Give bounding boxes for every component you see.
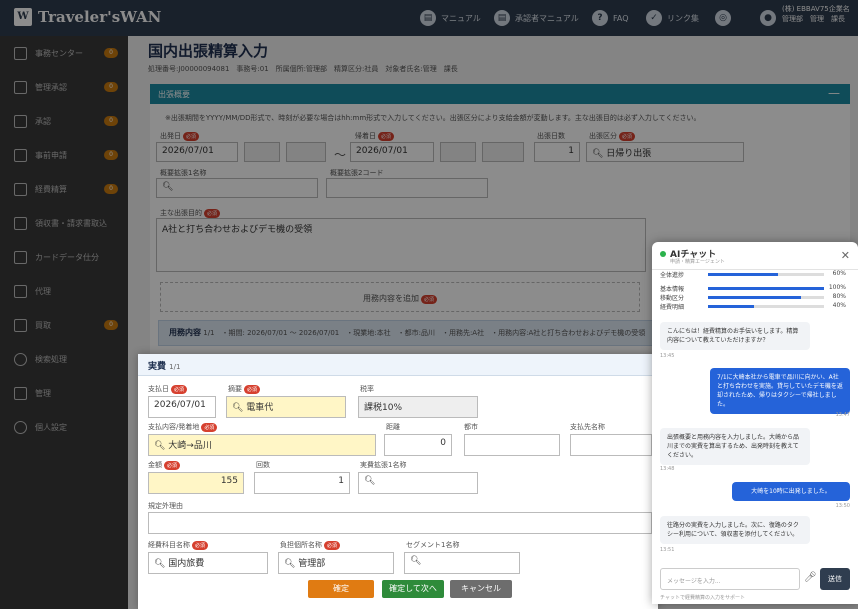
summary-input[interactable]: 🔍︎ 電車代: [226, 396, 346, 418]
account-text: 経費科目名称: [148, 541, 190, 549]
route-input[interactable]: 🔍︎ 大崎→品川: [148, 434, 376, 456]
times-input[interactable]: 1: [254, 472, 350, 494]
message-time: 13:47: [835, 412, 850, 418]
amount-label: 金額 必須: [148, 460, 181, 470]
progress-fill: [708, 273, 778, 276]
chat-message-bot: こんにちは！経費精算のお手伝いをします。精算内容について教えていただけますか？: [660, 322, 810, 350]
progress-fill: [708, 296, 801, 299]
progress-value: 80%: [832, 293, 846, 300]
dept-input[interactable]: 🔍︎ 管理部: [278, 552, 394, 574]
account-label: 経費科目名称 必須: [148, 540, 209, 550]
dialog-title: 実費 1/1: [138, 354, 658, 376]
account-value: 国内旅費: [168, 559, 205, 569]
progress-label: 全体進捗: [660, 272, 685, 279]
chat-subtitle: 申請・精算エージェント: [670, 259, 725, 265]
pay-date-text: 支払日: [148, 385, 169, 393]
chat-message-user: 大崎を10時に出発しました。: [732, 482, 850, 501]
pay-date-input[interactable]: 2026/07/01: [148, 396, 216, 418]
progress-label: 移動区分: [660, 295, 685, 302]
account-input[interactable]: 🔍︎ 国内旅費: [148, 552, 268, 574]
progress-track: [708, 305, 824, 308]
chat-input[interactable]: メッセージを入力...: [660, 568, 800, 590]
required-badge: 必須: [164, 461, 181, 470]
summary-value: 電車代: [246, 403, 274, 413]
progress-overall: 全体進捗 60%: [660, 270, 852, 279]
reason-input[interactable]: [148, 512, 652, 534]
pay-date-label: 支払日 必須: [148, 384, 188, 394]
amount-text: 金額: [148, 461, 162, 469]
segment-input[interactable]: 🔍︎: [404, 552, 520, 574]
route-label: 支払内容/発着地 必須: [148, 422, 218, 432]
dialog-title-text: 実費: [148, 362, 167, 372]
search-icon: 🔍︎: [410, 556, 422, 566]
search-icon: 🔍︎: [284, 559, 299, 569]
dept-text: 負担個所名称: [280, 541, 322, 549]
distance-label: 距離: [386, 423, 400, 431]
dialog-count: 1/1: [169, 363, 181, 371]
chat-header: AIチャット 申請・精算エージェント ✕: [652, 242, 858, 270]
chat-footer: チャットで経費精算の入力をサポート: [660, 595, 745, 601]
search-icon: 🔍︎: [364, 476, 376, 486]
send-button[interactable]: 送信: [820, 568, 850, 590]
route-value: 大崎→品川: [168, 441, 212, 451]
search-icon: 🔍︎: [154, 559, 169, 569]
chat-message-user: 7/1に大崎本社から電車で品川に向かい、A社と打ち合わせを実施。貸与していたデモ…: [710, 368, 850, 414]
message-time: 13:51: [660, 547, 675, 553]
progress-fill: [708, 287, 824, 290]
online-dot: [660, 251, 666, 257]
ai-chat-panel: AIチャット 申請・精算エージェント ✕ 全体進捗 60% 基本情報 100% 移動区分…: [652, 242, 858, 604]
confirm-next-button[interactable]: 確定して次へ: [382, 580, 444, 598]
required-badge: 必須: [192, 541, 209, 550]
payee-label: 支払先名称: [570, 423, 605, 431]
tax-label: 税率: [360, 385, 374, 393]
progress-track: [708, 296, 824, 299]
segment-label: セグメント1名称: [406, 541, 460, 549]
progress-expense: 経費明細 40%: [660, 302, 852, 311]
city-select[interactable]: [464, 434, 560, 456]
progress-value: 100%: [828, 284, 846, 291]
expense-dialog: 実費 1/1 支払日 必須 2026/07/01 摘要 必須 🔍︎ 電車代 税率 課…: [138, 354, 658, 609]
ext-label: 実費拡張1名称: [360, 461, 407, 469]
dept-value: 管理部: [298, 559, 326, 569]
progress-label: 経費明細: [660, 304, 685, 311]
dept-label: 負担個所名称 必須: [280, 540, 341, 550]
distance-input[interactable]: 0: [384, 434, 452, 456]
summary-text: 摘要: [228, 385, 242, 393]
microphone-icon[interactable]: 🎤︎: [804, 572, 817, 583]
summary-label: 摘要 必須: [228, 384, 261, 394]
progress-value: 40%: [832, 302, 846, 309]
progress-value: 60%: [832, 270, 846, 277]
required-badge: 必須: [324, 541, 341, 550]
required-badge: 必須: [201, 423, 218, 432]
progress-basic: 基本情報 100%: [660, 284, 852, 293]
search-icon: 🔍︎: [232, 403, 247, 413]
chat-message-bot: 往路分の実費を入力しました。次に、復路のタクシー利用について、領収書を添付してく…: [660, 516, 810, 544]
progress-label: 基本情報: [660, 286, 685, 293]
times-label: 回数: [256, 461, 270, 469]
message-time: 13:45: [660, 353, 675, 359]
route-text: 支払内容/発着地: [148, 423, 200, 431]
progress-transport: 移動区分 80%: [660, 293, 852, 302]
required-badge: 必須: [171, 385, 188, 394]
search-icon: 🔍︎: [154, 441, 169, 451]
close-icon[interactable]: ✕: [841, 249, 850, 262]
city-label: 都市: [464, 423, 478, 431]
amount-input[interactable]: 155: [148, 472, 244, 494]
cancel-button[interactable]: キャンセル: [450, 580, 512, 598]
reason-label: 規定外理由: [148, 502, 183, 510]
message-time: 13:50: [835, 503, 850, 509]
progress-track: [708, 273, 824, 276]
ext-input[interactable]: 🔍︎: [358, 472, 478, 494]
required-badge: 必須: [244, 385, 261, 394]
payee-select[interactable]: [570, 434, 652, 456]
progress-fill: [708, 305, 755, 308]
confirm-button[interactable]: 確定: [308, 580, 374, 598]
message-time: 13:48: [660, 466, 675, 472]
chat-message-bot: 出張概要と用務内容を入力しました。大崎から品川までの実費を算出するため、出発時刻…: [660, 428, 810, 465]
progress-track: [708, 287, 824, 290]
tax-input[interactable]: 課税10%: [358, 396, 478, 418]
